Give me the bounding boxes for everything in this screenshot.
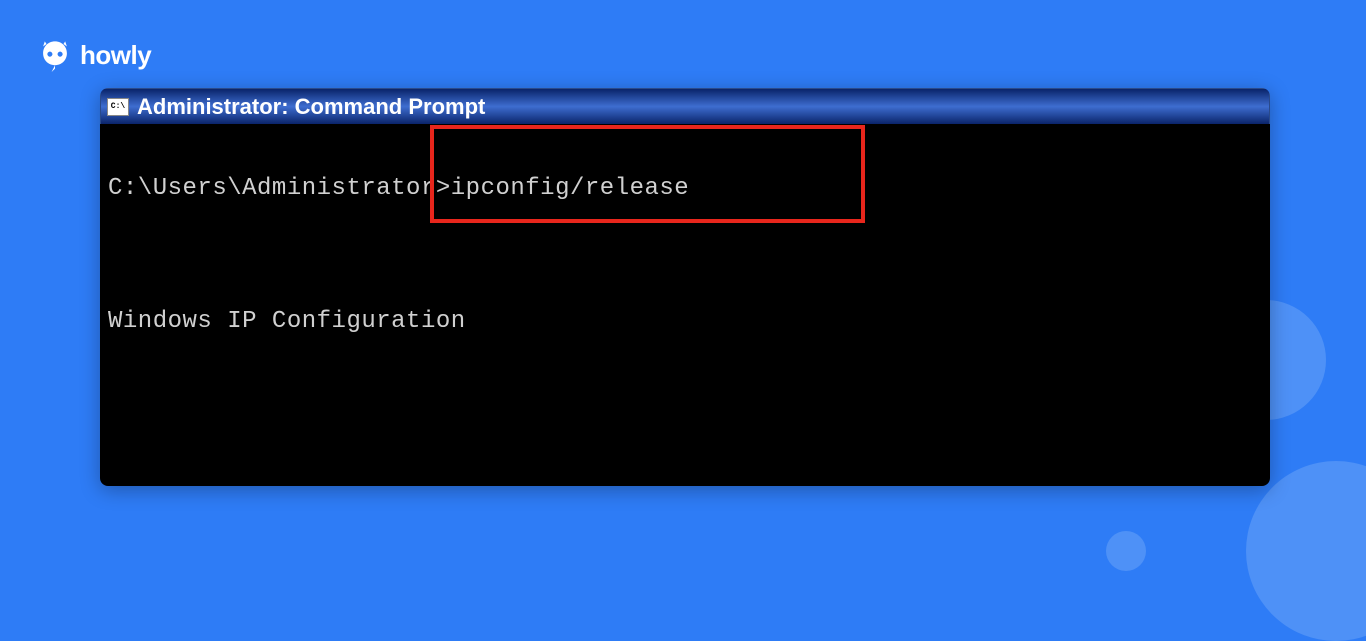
decorative-circle xyxy=(1246,461,1366,641)
terminal-output[interactable]: C:\Users\Administrator>ipconfig/release … xyxy=(100,124,1270,486)
decorative-circle xyxy=(1106,531,1146,571)
cmd-icon: C:\ xyxy=(107,98,129,116)
blank-line xyxy=(108,372,1262,403)
command-text: ipconfig/release xyxy=(451,175,689,202)
command-prompt-window: C:\ Administrator: Command Prompt C:\Use… xyxy=(100,88,1270,486)
blank-line xyxy=(108,439,1262,470)
prompt-path: C:\Users\Administrator> xyxy=(108,175,451,202)
prompt-line: C:\Users\Administrator>ipconfig/release xyxy=(108,173,1262,204)
window-titlebar[interactable]: C:\ Administrator: Command Prompt xyxy=(100,88,1270,124)
owl-icon xyxy=(38,38,72,72)
window-title: Administrator: Command Prompt xyxy=(137,94,485,120)
brand-name: howly xyxy=(80,40,151,71)
blank-line xyxy=(108,240,1262,271)
brand-logo: howly xyxy=(38,38,151,72)
ip-config-header: Windows IP Configuration xyxy=(108,306,1262,337)
